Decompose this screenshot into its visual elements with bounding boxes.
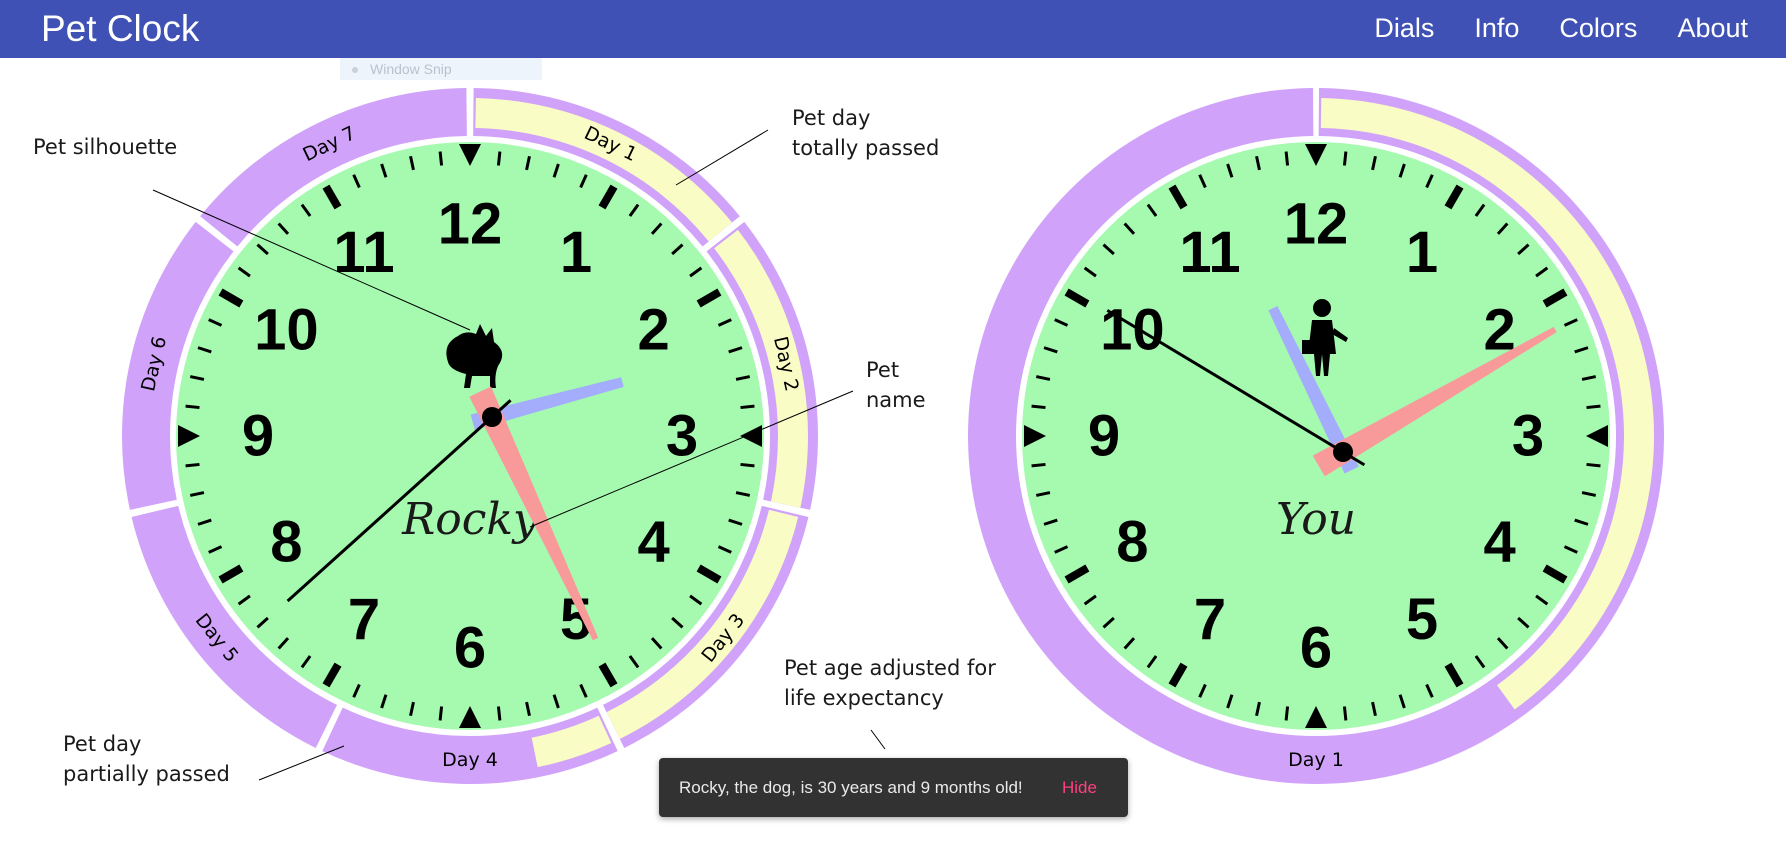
minute-tick [1031, 404, 1046, 410]
clock-owner-name: Rocky [401, 494, 539, 545]
hour-number: 4 [1483, 510, 1515, 575]
minute-tick [438, 151, 444, 166]
day-label: Day 4 [442, 749, 498, 771]
annotation-day-partially-passed: Pet day partially passed [63, 732, 230, 786]
hour-number: 11 [1179, 220, 1240, 285]
hour-number: 10 [254, 298, 319, 363]
hour-number: 8 [1116, 510, 1148, 575]
hour-number: 10 [1100, 298, 1165, 363]
minute-tick [1342, 706, 1348, 721]
hour-number: 2 [637, 298, 669, 363]
day-passed-leader-line [675, 129, 769, 186]
hour-number: 9 [242, 404, 274, 469]
minute-tick [1586, 404, 1601, 410]
age-leader-line [870, 729, 886, 750]
minute-tick [1342, 151, 1348, 166]
annotation-pet-name: Pet name [866, 358, 926, 412]
hour-number: 1 [560, 220, 592, 285]
owner-clock-dial[interactable]: Day 112 1234567891011You [968, 88, 1665, 785]
minute-tick [496, 151, 502, 166]
annotation-age-adjusted: Pet age adjusted for life expectancy [784, 656, 996, 710]
annotation-pet-silhouette: Pet silhouette [33, 135, 178, 159]
pet-clock-dial[interactable]: Day 1Day 2Day 3Day 4Day 5Day 6Day 712 123… [122, 88, 818, 785]
hour-number: 7 [1194, 587, 1226, 652]
hand-pivot [482, 407, 502, 427]
minute-tick [740, 462, 755, 468]
clock-owner-name: You [1276, 494, 1356, 545]
snackbar-message: Rocky, the dog, is 30 years and 9 months… [679, 778, 1023, 797]
minute-tick [496, 706, 502, 721]
minute-tick [1284, 706, 1290, 721]
minute-tick [740, 404, 755, 410]
hour-number: 4 [637, 510, 669, 575]
hour-number: 9 [1088, 404, 1120, 469]
hour-number: 6 [1300, 616, 1332, 681]
hour-number: 8 [270, 510, 302, 575]
hour-number: 7 [348, 587, 380, 652]
minute-tick [1031, 462, 1046, 468]
age-snackbar: Rocky, the dog, is 30 years and 9 months… [659, 758, 1128, 817]
minute-tick [185, 404, 200, 410]
hour-number: 12 [1284, 192, 1349, 257]
hour-number: 11 [333, 220, 394, 285]
annotation-day-totally-passed: Pet day totally passed [792, 106, 940, 160]
snackbar-hide-button[interactable]: Hide [1062, 778, 1097, 798]
hour-number: 6 [454, 616, 486, 681]
minute-tick [185, 462, 200, 468]
minute-tick [1284, 151, 1290, 166]
hour-number: 3 [1512, 404, 1544, 469]
partial-day-leader-line [258, 745, 345, 781]
day-label: Day 1 [1288, 749, 1344, 771]
minute-tick [1586, 462, 1601, 468]
hour-number: 1 [1406, 220, 1438, 285]
hour-number: 12 [438, 192, 503, 257]
hand-pivot [1333, 442, 1353, 462]
hour-number: 5 [1406, 587, 1438, 652]
minute-tick [438, 706, 444, 721]
